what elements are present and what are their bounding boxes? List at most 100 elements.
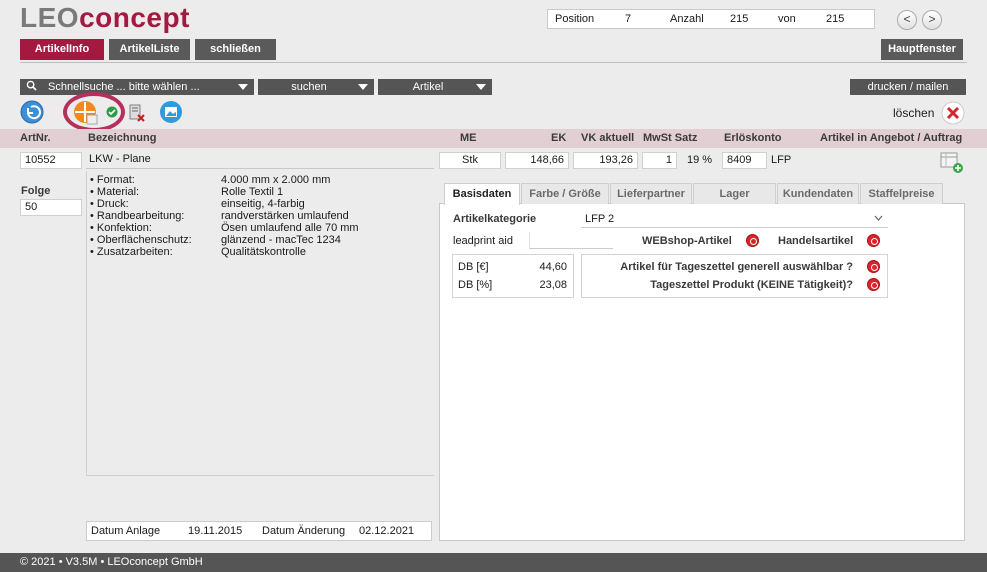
category-select[interactable]: LFP 2	[581, 209, 888, 228]
search-dropdown[interactable]: suchen	[258, 79, 374, 95]
tab-kundendaten[interactable]: Kundendaten	[777, 183, 859, 204]
description-value: Ösen umlaufend alle 70 mm	[221, 222, 359, 234]
date-modified-value: 02.12.2021	[359, 525, 415, 537]
db-box: DB [€] 44,60 DB [%] 23,08	[452, 254, 574, 298]
description-key: • Material:	[90, 186, 140, 198]
tab-artikelinfo[interactable]: ArtikelInfo	[20, 39, 104, 60]
date-created-label: Datum Anlage	[91, 525, 161, 537]
position-label: Position	[555, 13, 595, 25]
tageszettel-toggle[interactable]	[867, 260, 880, 273]
db-pct-label: DB [%]	[458, 279, 493, 291]
von-label: von	[778, 13, 796, 25]
chevron-down-icon	[874, 215, 883, 221]
search-dropdown-label: suchen	[291, 81, 327, 93]
tab-basisdaten[interactable]: Basisdaten	[444, 183, 520, 205]
handelsartikel-toggle[interactable]	[867, 234, 880, 247]
description-key: • Konfektion:	[90, 222, 152, 234]
delete-document-icon[interactable]	[128, 104, 146, 122]
description-key: • Zusatzarbeiten:	[90, 246, 173, 258]
header-angebot: Artikel in Angebot / Auftrag	[820, 132, 963, 144]
artnr-field[interactable]: 10552	[20, 152, 82, 169]
delete-icon[interactable]	[941, 101, 965, 125]
search-icon	[26, 80, 37, 91]
footer: © 2021 • V3.5M • LEOconcept GmbH	[0, 553, 987, 572]
dates-box: Datum Anlage 19.11.2015 Datum Änderung 0…	[86, 521, 432, 541]
anzahl-label: Anzahl	[670, 13, 704, 25]
vk-field[interactable]: 193,26	[573, 152, 638, 169]
description-value: glänzend - macTec 1234	[221, 234, 341, 246]
quick-search-label: Schnellsuche ... bitte wählen ...	[48, 81, 200, 93]
delete-label: löschen	[893, 106, 935, 120]
db-eur-label: DB [€]	[458, 261, 489, 273]
tab-lager[interactable]: Lager	[693, 183, 776, 204]
chevron-down-icon	[358, 84, 368, 90]
article-dropdown[interactable]: Artikel	[378, 79, 492, 95]
header-ek: EK	[551, 132, 567, 144]
logo-leo: LEO	[20, 2, 80, 33]
close-button[interactable]: schließen	[195, 39, 276, 60]
description-value: randverstärken umlaufend	[221, 210, 349, 222]
webshop-toggle[interactable]	[746, 234, 759, 247]
tab-lieferpartner[interactable]: Lieferpartner	[610, 183, 692, 204]
erloeskonto-label: LFP	[771, 154, 792, 166]
add-to-offer-icon[interactable]	[940, 152, 964, 174]
print-mail-button[interactable]: drucken / mailen	[850, 79, 966, 95]
date-modified-label: Datum Änderung	[262, 525, 346, 537]
description-key: • Randbearbeitung:	[90, 210, 185, 222]
description-value: Rolle Textil 1	[221, 186, 284, 198]
divider	[86, 168, 434, 169]
header-me: ME	[460, 132, 477, 144]
description-value: 4.000 mm x 2.000 mm	[221, 174, 331, 186]
me-field[interactable]: Stk	[439, 152, 501, 169]
article-dropdown-label: Artikel	[412, 81, 444, 93]
back-icon[interactable]	[20, 100, 44, 124]
db-eur-value: 44,60	[539, 261, 567, 273]
mwst-code-field[interactable]: 1	[642, 152, 677, 169]
image-icon[interactable]	[159, 100, 183, 124]
date-created-value: 19.11.2015	[188, 525, 243, 537]
description-key: • Oberflächenschutz:	[90, 234, 192, 246]
tageszettel-box: Artikel für Tageszettel generell auswähl…	[581, 254, 888, 298]
header-mwst: MwSt Satz	[643, 132, 698, 144]
mwst-percent: 19 %	[687, 154, 713, 166]
chevron-down-icon	[238, 84, 248, 90]
new-article-icon[interactable]	[73, 100, 99, 126]
header-vk: VK aktuell	[581, 132, 635, 144]
print-mail-label: drucken / mailen	[867, 81, 949, 93]
handelsartikel-label: Handelsartikel	[778, 235, 854, 247]
confirm-check-icon[interactable]	[106, 106, 118, 118]
bezeichnung-field[interactable]: LKW - Plane	[86, 152, 434, 169]
leadprint-field[interactable]	[529, 232, 613, 249]
db-pct-value: 23,08	[539, 279, 567, 291]
category-label: Artikelkategorie	[453, 213, 537, 225]
folge-field[interactable]: 50	[20, 199, 82, 216]
position-value: 7	[625, 13, 632, 25]
tageszettel-produkt-label: Tageszettel Produkt (KEINE Tätigkeit)?	[650, 279, 853, 291]
category-value: LFP 2	[585, 213, 615, 225]
quick-search-dropdown[interactable]: Schnellsuche ... bitte wählen ...	[20, 79, 254, 95]
leadprint-label: leadprint aid	[453, 235, 513, 247]
logo-concept: concept	[79, 2, 190, 33]
app-logo: LEOconcept	[20, 2, 190, 34]
ek-field[interactable]: 148,66	[505, 152, 569, 169]
description-value: Qualitätskontrolle	[221, 246, 306, 258]
header-erloeskonto: Erlöskonto	[724, 132, 782, 144]
record-position-bar: Position 7 Anzahl 215 von 215	[547, 9, 875, 29]
erloeskonto-field[interactable]: 8409	[722, 152, 767, 169]
description-textarea[interactable]: • Format: 4.000 mm x 2.000 mm • Material: R…	[86, 171, 434, 476]
next-record-button[interactable]: >	[922, 10, 942, 30]
folge-label: Folge	[21, 185, 51, 197]
description-key: • Druck:	[90, 198, 129, 210]
previous-record-button[interactable]: <	[897, 10, 917, 30]
von-value: 215	[826, 13, 845, 25]
tab-artikelliste[interactable]: ArtikelListe	[109, 39, 190, 60]
webshop-label: WEBshop-Artikel	[642, 235, 732, 247]
header-bezeichnung: Bezeichnung	[88, 132, 157, 144]
main-window-button[interactable]: Hauptfenster	[881, 39, 963, 60]
description-value: einseitig, 4-farbig	[221, 198, 305, 210]
tab-farbe-groesse[interactable]: Farbe / Größe	[521, 183, 609, 204]
header-artnr: ArtNr.	[20, 132, 51, 144]
tab-staffelpreise[interactable]: Staffelpreise	[860, 183, 943, 204]
tageszettel-produkt-toggle[interactable]	[867, 278, 880, 291]
chevron-down-icon	[476, 84, 486, 90]
